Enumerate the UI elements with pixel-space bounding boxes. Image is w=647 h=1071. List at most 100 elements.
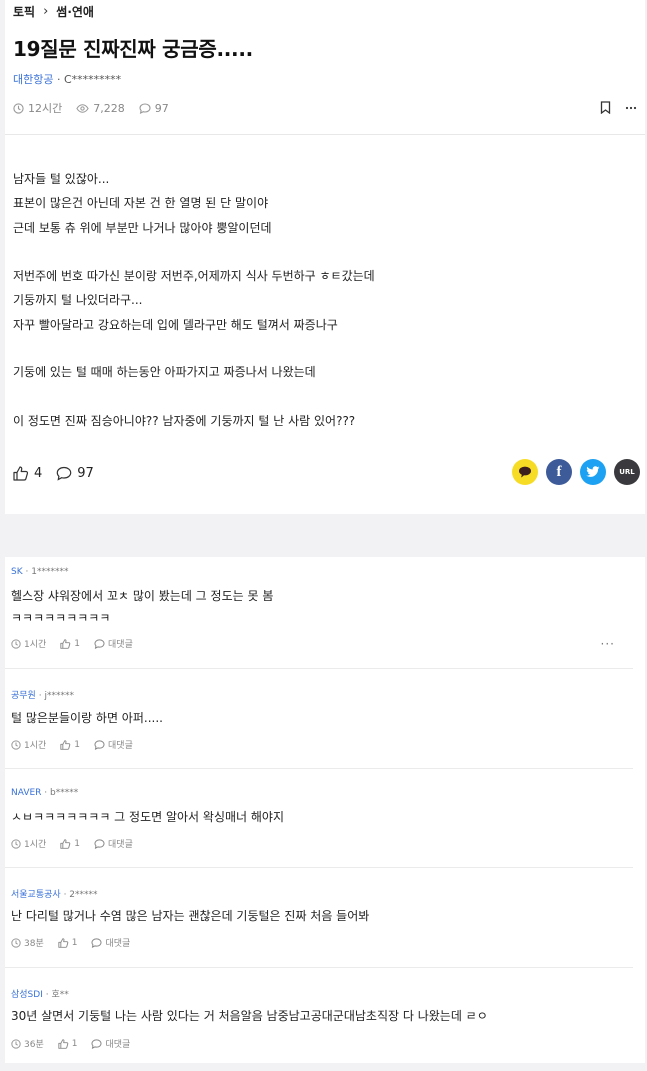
post-time-value: 12시간 <box>28 102 63 115</box>
kakao-speech-icon <box>519 466 531 478</box>
like-count: 4 <box>34 466 43 481</box>
more-options-icon[interactable]: ··· <box>601 637 615 651</box>
comment-icon <box>91 1038 103 1049</box>
comment-author-name: 1******* <box>31 567 69 577</box>
comment-company[interactable]: SK <box>11 567 23 577</box>
comment-author-name: j****** <box>44 691 74 701</box>
comment-item: SK · 1******* 헬스장 샤워장에서 꼬ㅊ 많이 봤는데 그 정도는 … <box>5 557 633 669</box>
kakao-share-button[interactable] <box>512 459 538 485</box>
comment-item: 서울교통공사 · 2***** 난 다리털 많거나 수염 많은 남자는 괜찮은데… <box>5 868 633 968</box>
comment-author-name: b***** <box>50 788 79 798</box>
post-line: 표본이 많은건 아닌데 자본 건 한 열명 된 단 말이야 <box>13 196 269 210</box>
comment-like-button[interactable]: 1 <box>60 639 80 649</box>
reply-button[interactable]: 대댓글 <box>94 637 133 650</box>
comment-item: 공무원 · j****** 털 많은분들이랑 하면 아퍼..... 1시간 1 … <box>5 669 633 769</box>
comment-icon <box>139 102 151 114</box>
post-line: 이 정도면 진짜 짐승아니야?? 남자중에 기둥까지 털 난 사람 있어??? <box>13 414 356 428</box>
comment-time: 38분 <box>11 936 44 949</box>
comment-time: 1시간 <box>11 637 46 650</box>
post-views: 7,228 <box>76 102 125 115</box>
comment-icon <box>94 838 105 849</box>
thumbs-up-icon <box>60 838 71 849</box>
facebook-icon: f <box>556 463 562 480</box>
author-separator: · <box>56 73 64 86</box>
post-line: 근데 보통 츄 위에 부분만 나거나 많아야 뿡알이던데 <box>13 221 272 235</box>
author-name: C********* <box>63 73 122 86</box>
comment-company[interactable]: NAVER <box>11 788 41 798</box>
comment-author: SK · 1******* <box>11 567 69 577</box>
post-time: 12시간 <box>13 100 62 116</box>
post-views-value: 7,228 <box>93 101 125 115</box>
comment-like-button[interactable]: 1 <box>58 1038 77 1049</box>
comment-meta: 38분 1 대댓글 <box>11 936 144 949</box>
author-company[interactable]: 대한항공 <box>13 73 53 86</box>
comment-meta: 1시간 1 대댓글 <box>11 738 147 751</box>
eye-icon <box>76 103 89 113</box>
comment-company[interactable]: 공무원 <box>11 691 36 701</box>
comment-like-button[interactable]: 1 <box>58 937 77 948</box>
reply-button[interactable]: 대댓글 <box>91 1037 130 1050</box>
comment-item: NAVER · b***** ㅅㅂㅋㅋㅋㅋㅋㅋㅋ 그 정도면 알아서 왁싱매너 … <box>5 769 633 868</box>
clock-icon <box>11 638 21 649</box>
comment-author: 서울교통공사 · 2***** <box>11 890 98 900</box>
facebook-share-button[interactable]: f <box>546 459 572 485</box>
like-button[interactable]: 4 <box>13 466 42 481</box>
comment-icon <box>91 937 103 948</box>
comment-author: NAVER · b***** <box>11 788 79 798</box>
comment-time: 36분 <box>11 1037 44 1050</box>
comments-card: SK · 1******* 헬스장 샤워장에서 꼬ㅊ 많이 봤는데 그 정도는 … <box>5 557 645 1063</box>
comment-meta: 1시간 1 대댓글 <box>11 837 147 850</box>
post-line: 저번주에 번호 따가신 분이랑 저번주,어제까지 식사 두번하구 ㅎㅌ갔는데 <box>13 269 375 283</box>
comment-text: 털 많은분들이랑 하면 아퍼..... <box>11 711 163 725</box>
post-line: 자꾸 빨아달라고 강요하는데 입에 델라구만 해도 털껴서 짜증나구 <box>13 318 338 332</box>
comment-author-name: 2***** <box>69 890 98 900</box>
comment-author: 공무원 · j****** <box>11 691 74 701</box>
url-label: URL <box>619 468 635 476</box>
post-tools <box>600 101 637 114</box>
post-line: 남자들 털 있잖아... <box>13 172 110 186</box>
comment-company[interactable]: 삼성SDI <box>11 990 43 1000</box>
comment-like-button[interactable]: 1 <box>60 740 80 750</box>
thumbs-up-icon <box>58 937 69 948</box>
thumbs-up-icon <box>58 1038 69 1049</box>
twitter-share-button[interactable] <box>580 459 606 485</box>
comment-meta: 1시간 1 대댓글 <box>11 637 147 650</box>
comment-author: 삼성SDI · 호** <box>11 990 69 1000</box>
divider <box>5 134 645 135</box>
thumbs-up-icon <box>60 638 71 649</box>
thumbs-up-icon <box>13 466 29 481</box>
comment-count: 97 <box>77 466 94 481</box>
clock-icon <box>11 838 21 849</box>
reply-button[interactable]: 대댓글 <box>94 837 133 850</box>
comment-text: ㅅㅂㅋㅋㅋㅋㅋㅋㅋ 그 정도면 알아서 왁싱매너 해야지 <box>11 810 284 824</box>
comment-icon <box>94 739 105 750</box>
clock-icon <box>11 1038 21 1049</box>
breadcrumb-root[interactable]: 토픽 <box>13 3 35 20</box>
reply-button[interactable]: 대댓글 <box>91 936 130 949</box>
comment-like-button[interactable]: 1 <box>60 839 80 849</box>
share-buttons: f URL <box>512 459 640 485</box>
twitter-bird-icon <box>586 466 600 477</box>
comment-button[interactable]: 97 <box>56 466 94 481</box>
comment-text: 30년 살면서 기둥털 나는 사람 있다는 거 처음알음 남중남고공대군대남초직… <box>11 1009 488 1023</box>
breadcrumb-current[interactable]: 썸·연애 <box>56 3 94 20</box>
post-comments-value: 97 <box>154 101 169 115</box>
more-options-icon[interactable] <box>625 106 637 110</box>
comment-author-name: 호** <box>51 990 69 1000</box>
post-card: 토픽 › 썸·연애 19질문 진짜진짜 궁금증..... 대한항공 · C***… <box>5 0 645 514</box>
comment-icon <box>94 638 105 649</box>
breadcrumb: 토픽 › 썸·연애 <box>13 3 94 20</box>
url-copy-button[interactable]: URL <box>614 459 640 485</box>
comment-text: ㅋㅋㅋㅋㅋㅋㅋㅋㅋ <box>11 611 111 625</box>
post-line: 기둥에 있는 털 때매 하는동안 아파가지고 짜증나서 나왔는데 <box>13 365 316 379</box>
comment-company[interactable]: 서울교통공사 <box>11 890 61 900</box>
comment-item: 삼성SDI · 호** 30년 살면서 기둥털 나는 사람 있다는 거 처음알음… <box>5 968 633 1063</box>
comment-icon <box>56 466 72 481</box>
comment-meta: 36분 1 대댓글 <box>11 1037 144 1050</box>
clock-icon <box>11 739 21 750</box>
chevron-right-icon: › <box>43 4 49 19</box>
comment-text: 난 다리털 많거나 수염 많은 남자는 괜찮은데 기둥털은 진짜 처음 들어봐 <box>11 909 370 923</box>
comment-time: 1시간 <box>11 738 46 751</box>
bookmark-icon[interactable] <box>600 101 611 114</box>
reply-button[interactable]: 대댓글 <box>94 738 133 751</box>
